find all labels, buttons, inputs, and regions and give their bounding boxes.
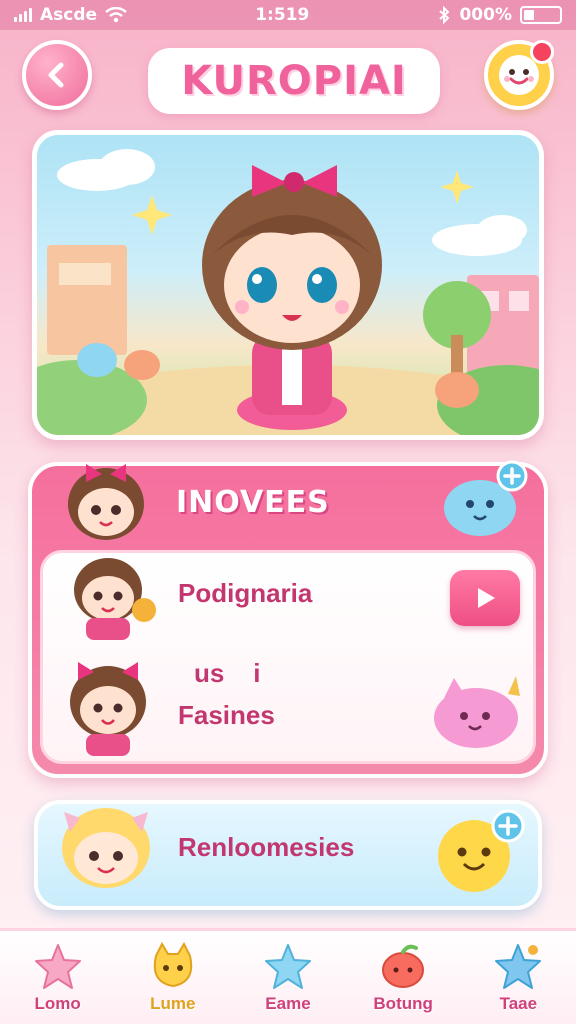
game-title: KUROРIAI bbox=[148, 48, 440, 114]
apple-icon bbox=[382, 944, 425, 988]
status-right: 000% bbox=[437, 5, 562, 25]
nav-item-lomo[interactable]: Lomo bbox=[8, 935, 108, 1021]
recommendation-label: Renloomesies bbox=[178, 832, 355, 862]
play-button[interactable] bbox=[450, 570, 520, 626]
nav-label-taae: Taae bbox=[499, 993, 538, 1013]
news-row-label-3[interactable]: Fasines bbox=[178, 700, 275, 731]
wifi-icon bbox=[105, 7, 127, 23]
chibi-avatar-icon bbox=[68, 464, 144, 540]
news-row-label-1[interactable]: Podignaria bbox=[178, 578, 312, 609]
nav-label-eame: Eame bbox=[265, 993, 311, 1013]
notification-dot bbox=[530, 40, 554, 64]
chibi-boy-avatar bbox=[74, 558, 156, 640]
nav-item-lume[interactable]: Lume bbox=[123, 935, 223, 1021]
blonde-chibi-avatar bbox=[62, 808, 150, 888]
cat-icon bbox=[153, 941, 192, 987]
pink-blob-icon[interactable] bbox=[424, 670, 528, 754]
star-icon bbox=[264, 943, 311, 989]
nav-item-eame[interactable]: Eame bbox=[238, 935, 338, 1021]
bluetooth-icon bbox=[439, 6, 450, 24]
nav-label-lume: Lume bbox=[150, 993, 196, 1013]
blue-blob-icon[interactable] bbox=[438, 460, 534, 540]
play-icon bbox=[478, 588, 495, 608]
star-icon bbox=[34, 943, 81, 989]
battery-percent: 000% bbox=[459, 5, 512, 25]
bottom-nav: Lomo Lume Eame Botung Taae bbox=[0, 928, 576, 1024]
news-title: INOVEES bbox=[176, 484, 330, 520]
nav-label-lomo: Lomo bbox=[34, 993, 81, 1013]
chibi-girl-avatar bbox=[70, 662, 146, 756]
hero-banner bbox=[32, 130, 544, 440]
clock: 1:519 bbox=[255, 5, 310, 25]
status-left: Ascde bbox=[14, 5, 127, 25]
yellow-smiley-add-icon[interactable] bbox=[432, 806, 532, 896]
chevron-left-icon bbox=[48, 62, 64, 88]
carrier-name: Ascde bbox=[40, 5, 98, 25]
nav-item-botung[interactable]: Botung bbox=[353, 935, 453, 1021]
signal-icon bbox=[14, 8, 32, 22]
star-icon bbox=[495, 943, 542, 989]
nav-item-taae[interactable]: Taae bbox=[468, 935, 568, 1021]
profile-button[interactable] bbox=[484, 40, 554, 110]
back-button[interactable] bbox=[22, 40, 92, 110]
hero-illustration bbox=[37, 149, 539, 435]
nav-label-botung: Botung bbox=[373, 993, 433, 1013]
news-row-label-2[interactable]: us i bbox=[194, 658, 260, 689]
status-bar: Ascde 1:519 000% bbox=[0, 0, 576, 30]
battery-icon bbox=[520, 6, 562, 24]
